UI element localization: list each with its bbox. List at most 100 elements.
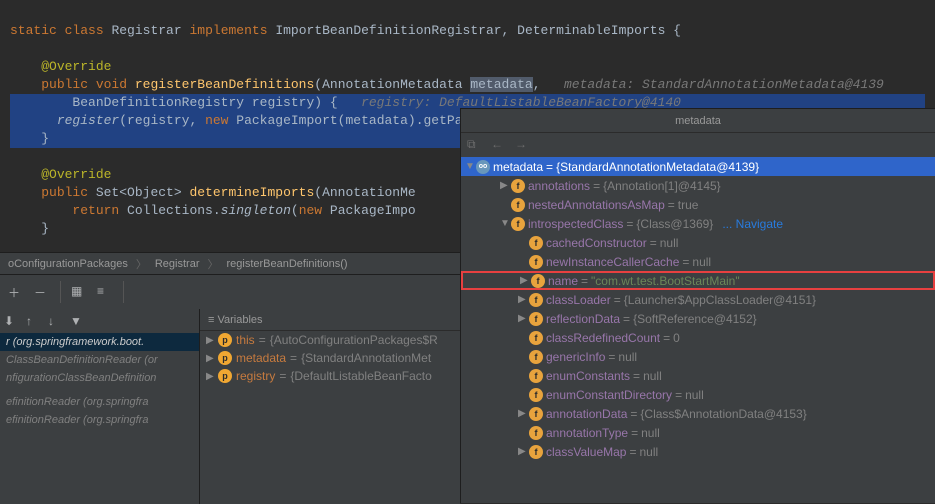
field-value: null xyxy=(618,350,637,364)
inspect-title: metadata xyxy=(461,109,935,133)
field-value: {Annotation[1]@4145} xyxy=(603,179,721,193)
breadcrumb-item[interactable]: Registrar xyxy=(155,258,200,270)
funnel-icon[interactable]: ▼ xyxy=(70,314,84,328)
field-name: enumConstants xyxy=(546,369,630,383)
variable-row[interactable]: ▶ p registry = {DefaultListableBeanFacto xyxy=(200,367,460,385)
tree-row[interactable]: f cachedConstructor = null xyxy=(461,233,935,252)
back-icon[interactable]: ← xyxy=(491,137,505,151)
frame-item[interactable]: nfigurationClassBeanDefinition xyxy=(0,369,199,387)
field-name: reflectionData xyxy=(546,312,620,326)
tree-root-row[interactable]: ▼ oo metadata = {StandardAnnotationMetad… xyxy=(461,157,935,176)
forward-icon[interactable]: → xyxy=(515,137,529,151)
tree-row[interactable]: f annotationType = null xyxy=(461,423,935,442)
tree-row[interactable]: f genericInfo = null xyxy=(461,347,935,366)
variables-header: ≡ Variables xyxy=(200,309,460,331)
tree-row[interactable]: f nestedAnnotationsAsMap = true xyxy=(461,195,935,214)
field-name: annotationType xyxy=(546,426,628,440)
field-value: true xyxy=(678,198,699,212)
expand-icon[interactable]: ▶ xyxy=(206,371,214,382)
var-name: this xyxy=(236,333,255,347)
field-icon: f xyxy=(529,255,543,269)
var-value: {DefaultListableBeanFacto xyxy=(290,369,431,383)
tree-row[interactable]: f newInstanceCallerCache = null xyxy=(461,252,935,271)
field-icon: f xyxy=(529,331,543,345)
expand-icon[interactable]: ▶ xyxy=(500,180,508,191)
var-value: {StandardAnnotationMet xyxy=(301,351,431,365)
navigate-link[interactable]: ... Navigate xyxy=(722,217,783,231)
field-icon: f xyxy=(529,445,543,459)
field-value: {Class@1369} xyxy=(636,217,713,231)
param-icon: p xyxy=(218,333,232,347)
field-icon: f xyxy=(529,350,543,364)
variables-panel: ≡ Variables ▶ p this = {AutoConfiguratio… xyxy=(200,309,460,504)
tree-row[interactable]: ▶ f annotations = {Annotation[1]@4145} xyxy=(461,176,935,195)
field-name: cachedConstructor xyxy=(546,236,647,250)
field-name: annotationData xyxy=(546,407,627,421)
field-value: null xyxy=(660,236,679,250)
expand-icon[interactable]: ▶ xyxy=(206,353,214,364)
frame-item[interactable]: ClassBeanDefinitionReader (or xyxy=(0,351,199,369)
field-value: null xyxy=(692,255,711,269)
copy-icon[interactable]: ⧉ xyxy=(467,137,481,151)
field-value: null xyxy=(640,445,659,459)
field-name: classRedefinedCount xyxy=(546,331,660,345)
frame-item[interactable]: efinitionReader (org.springfra xyxy=(0,393,199,411)
inspect-tree[interactable]: ▼ oo metadata = {StandardAnnotationMetad… xyxy=(461,155,935,463)
field-name: nestedAnnotationsAsMap xyxy=(528,198,665,212)
debug-toolbar: ＋ － ▦ ≡ xyxy=(0,275,460,309)
field-name: classLoader xyxy=(546,293,611,307)
chevron-right-icon: 〉 xyxy=(136,256,147,272)
field-icon: f xyxy=(529,369,543,383)
tree-row[interactable]: f enumConstants = null xyxy=(461,366,935,385)
expand-icon[interactable]: ▶ xyxy=(518,313,526,324)
field-value: 0 xyxy=(673,331,680,345)
field-value: {Class$AnnotationData@4153} xyxy=(640,407,806,421)
grid-icon[interactable]: ▦ xyxy=(71,284,87,300)
tree-row[interactable]: ▼ f introspectedClass = {Class@1369} ...… xyxy=(461,214,935,233)
breadcrumb-item[interactable]: registerBeanDefinitions() xyxy=(226,258,347,270)
down-icon[interactable]: ⬇ xyxy=(4,314,18,328)
object-icon: oo xyxy=(476,160,490,174)
breadcrumb-item[interactable]: oConfigurationPackages xyxy=(8,258,128,270)
expand-icon[interactable]: ▶ xyxy=(518,446,526,457)
frames-toolbar: ⬇ ↑ ↓ ▼ xyxy=(0,309,199,333)
field-value: null xyxy=(685,388,704,402)
field-name: name xyxy=(548,274,578,288)
minus-icon[interactable]: － xyxy=(34,284,50,300)
field-name: genericInfo xyxy=(546,350,605,364)
expand-icon[interactable]: ▶ xyxy=(206,335,214,346)
field-value: "com.wt.test.BootStartMain" xyxy=(591,274,740,288)
field-name: annotations xyxy=(528,179,590,193)
frame-item[interactable]: efinitionReader (org.springfra xyxy=(0,411,199,429)
field-icon: f xyxy=(529,312,543,326)
tree-row[interactable]: ▶ f classValueMap = null xyxy=(461,442,935,461)
variable-row[interactable]: ▶ p this = {AutoConfigurationPackages$R xyxy=(200,331,460,349)
field-name: newInstanceCallerCache xyxy=(546,255,679,269)
arrow-down-icon[interactable]: ↓ xyxy=(48,314,62,328)
field-name: enumConstantDirectory xyxy=(546,388,672,402)
field-icon: f xyxy=(511,217,525,231)
field-icon: f xyxy=(529,293,543,307)
tree-row[interactable]: f classRedefinedCount = 0 xyxy=(461,328,935,347)
field-icon: f xyxy=(529,236,543,250)
plus-icon[interactable]: ＋ xyxy=(8,284,24,300)
expand-icon[interactable]: ▼ xyxy=(500,218,508,229)
field-value: null xyxy=(641,426,660,440)
expand-icon[interactable]: ▶ xyxy=(520,275,528,286)
tree-row[interactable]: f enumConstantDirectory = null xyxy=(461,385,935,404)
field-value: {Launcher$AppClassLoader@4151} xyxy=(624,293,816,307)
arrow-up-icon[interactable]: ↑ xyxy=(26,314,40,328)
expand-icon[interactable]: ▼ xyxy=(465,161,473,172)
field-icon: f xyxy=(529,426,543,440)
tree-row[interactable]: ▶ f annotationData = {Class$AnnotationDa… xyxy=(461,404,935,423)
tree-row[interactable]: ▶ f classLoader = {Launcher$AppClassLoad… xyxy=(461,290,935,309)
param-icon: p xyxy=(218,369,232,383)
variable-row[interactable]: ▶ p metadata = {StandardAnnotationMet xyxy=(200,349,460,367)
expand-icon[interactable]: ▶ xyxy=(518,408,526,419)
list-icon[interactable]: ≡ xyxy=(97,284,113,300)
tree-row[interactable]: ▶ f name = "com.wt.test.BootStartMain" xyxy=(461,271,935,290)
breadcrumb[interactable]: oConfigurationPackages 〉 Registrar 〉 reg… xyxy=(0,252,460,274)
expand-icon[interactable]: ▶ xyxy=(518,294,526,305)
tree-row[interactable]: ▶ f reflectionData = {SoftReference@4152… xyxy=(461,309,935,328)
frame-item[interactable]: r (org.springframework.boot. xyxy=(0,333,199,351)
